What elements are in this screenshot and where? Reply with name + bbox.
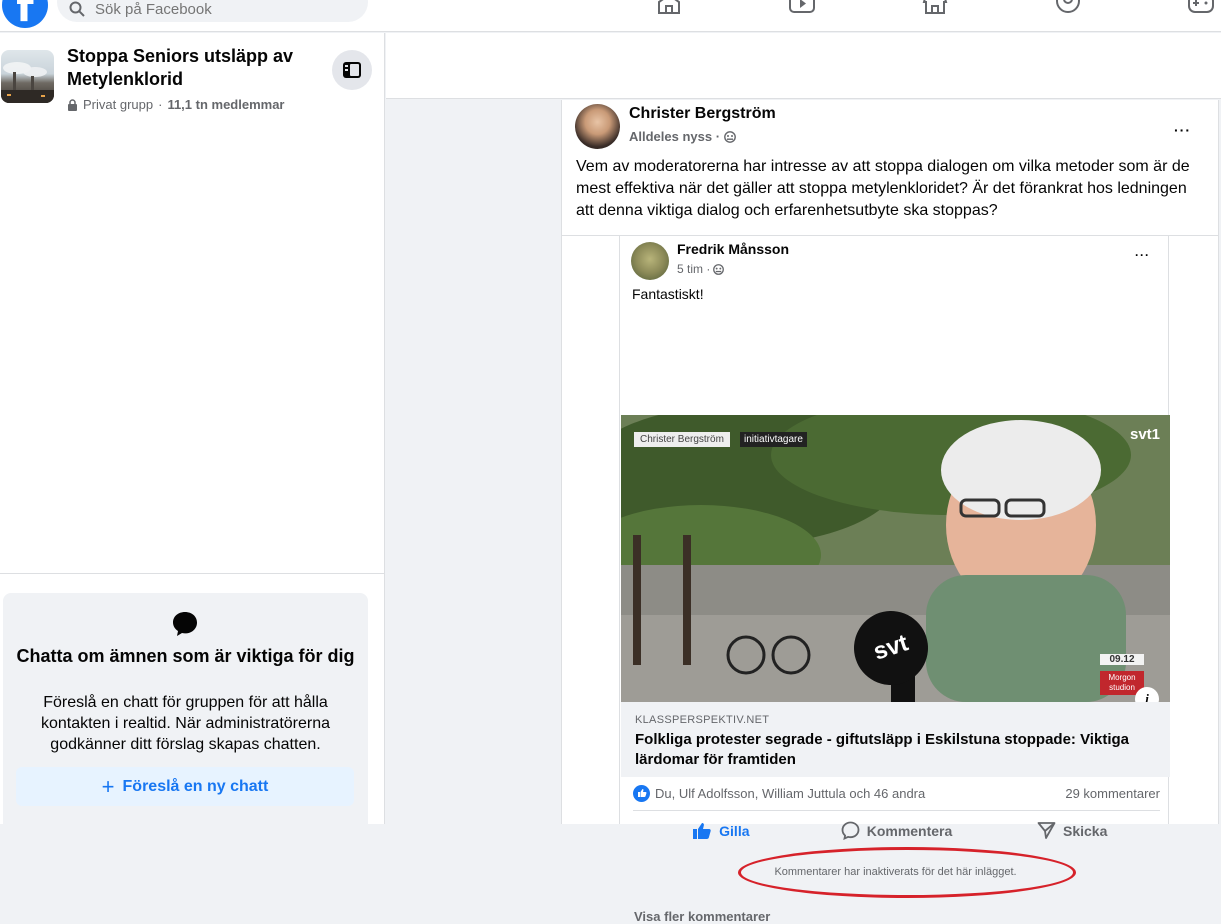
shared-author-avatar[interactable]	[631, 242, 669, 280]
like-label: Gilla	[719, 822, 750, 839]
facebook-logo[interactable]: f	[2, 0, 48, 31]
reactions-row: Du, Ulf Adolfsson, William Juttula och 4…	[633, 781, 1160, 805]
like-button[interactable]: Gilla	[633, 822, 809, 840]
suggest-new-chat-button[interactable]: + Föreslå en ny chatt	[16, 767, 354, 806]
post-more-options-button[interactable]: ···	[1174, 122, 1191, 138]
group-sidebar: Stoppa Seniors utsläpp av Metylenklorid …	[0, 33, 385, 833]
video-icon[interactable]	[789, 0, 815, 14]
reactions-summary[interactable]: Du, Ulf Adolfsson, William Juttula och 4…	[655, 786, 925, 801]
chat-card-description: Föreslå en chatt för gruppen för att hål…	[40, 694, 331, 753]
shared-post-more-options-button[interactable]: ···	[1135, 248, 1150, 262]
group-privacy: Privat grupp	[83, 97, 154, 112]
members-audience-icon	[713, 263, 725, 275]
link-domain: KLASSPERSPEKTIV.NET	[635, 714, 770, 726]
broadcast-clock: 09.12	[1100, 654, 1144, 665]
toggle-panel-button[interactable]	[332, 50, 372, 90]
chat-bubble-icon	[173, 612, 197, 636]
thumbs-up-icon	[693, 822, 711, 839]
search-input[interactable]	[95, 0, 335, 18]
feed-post: Christer Bergström Alldeles nyss · ··· V…	[561, 100, 1219, 924]
author-avatar[interactable]	[575, 104, 620, 149]
like-reaction-icon	[633, 784, 650, 802]
shared-post-time-text[interactable]: 5 tim ·	[677, 262, 710, 276]
video-thumbnail[interactable]: Christer Bergström initiativtagare svt1 …	[621, 415, 1170, 702]
post-time-text[interactable]: Alldeles nyss ·	[629, 129, 720, 144]
shared-post-timestamp: 5 tim ·	[677, 262, 725, 276]
lower-third-name: Christer Bergström	[634, 432, 730, 447]
view-more-comments-link[interactable]: Visa fler kommentarer	[634, 909, 770, 924]
marketplace-icon[interactable]	[922, 0, 948, 14]
group-name[interactable]: Stoppa Seniors utsläpp av Metylenklorid	[67, 45, 327, 91]
shared-post-author[interactable]: Fredrik Månsson	[677, 241, 789, 257]
sidebar-divider	[0, 573, 385, 574]
shared-post: Fredrik Månsson 5 tim · ··· Fantastiskt!	[619, 236, 1170, 924]
search-box[interactable]	[57, 0, 368, 22]
post-body-text: Vem av moderatorerna har intresse av att…	[576, 158, 1190, 219]
group-cover-thumbnail[interactable]	[1, 50, 54, 103]
lower-third-role: initiativtagare	[740, 432, 807, 447]
group-member-count[interactable]: 11,1 tn medlemmar	[167, 97, 284, 112]
members-audience-icon	[724, 130, 736, 143]
search-icon	[69, 1, 85, 17]
send-label: Skicka	[1062, 822, 1108, 839]
plus-icon: +	[101, 773, 115, 799]
post-actions-bar: Gilla Kommentera Skicka	[633, 810, 1160, 850]
comment-count[interactable]: 29 kommentarer	[1065, 786, 1160, 801]
channel-logo: svt1	[1130, 426, 1161, 443]
group-header-strip	[386, 33, 1221, 99]
meta-separator: ·	[158, 97, 163, 112]
link-title[interactable]: Folkliga protester segrade - giftutsläpp…	[635, 730, 1155, 770]
lock-icon	[68, 98, 77, 111]
suggest-chat-card: Chatta om ämnen som är viktiga för dig F…	[3, 593, 368, 833]
comments-disabled-text: Kommentarer har inaktiverats för det här…	[774, 865, 1017, 878]
comments-disabled-notice: Kommentarer har inaktiverats för det här…	[621, 852, 1170, 891]
side-panel-icon	[343, 62, 361, 78]
suggest-new-chat-label: Föreslå en ny chatt	[122, 777, 269, 795]
home-icon[interactable]	[656, 0, 682, 14]
chat-card-title: Chatta om ämnen som är viktiga för dig	[16, 646, 355, 666]
groups-icon[interactable]	[1055, 0, 1081, 14]
link-preview[interactable]: KLASSPERSPEKTIV.NET Folkliga protester s…	[621, 702, 1170, 777]
comment-label: Kommentera	[866, 822, 953, 839]
post-author[interactable]: Christer Bergström	[629, 105, 776, 123]
industrial-chimney-image	[1, 62, 54, 103]
shared-post-text: Fantastiskt!	[632, 286, 704, 302]
gaming-icon[interactable]	[1188, 0, 1214, 14]
group-meta: Privat grupp · 11,1 tn medlemmar	[67, 97, 285, 112]
top-navigation-bar: f	[0, 0, 1221, 32]
post-timestamp: Alldeles nyss ·	[629, 129, 736, 144]
